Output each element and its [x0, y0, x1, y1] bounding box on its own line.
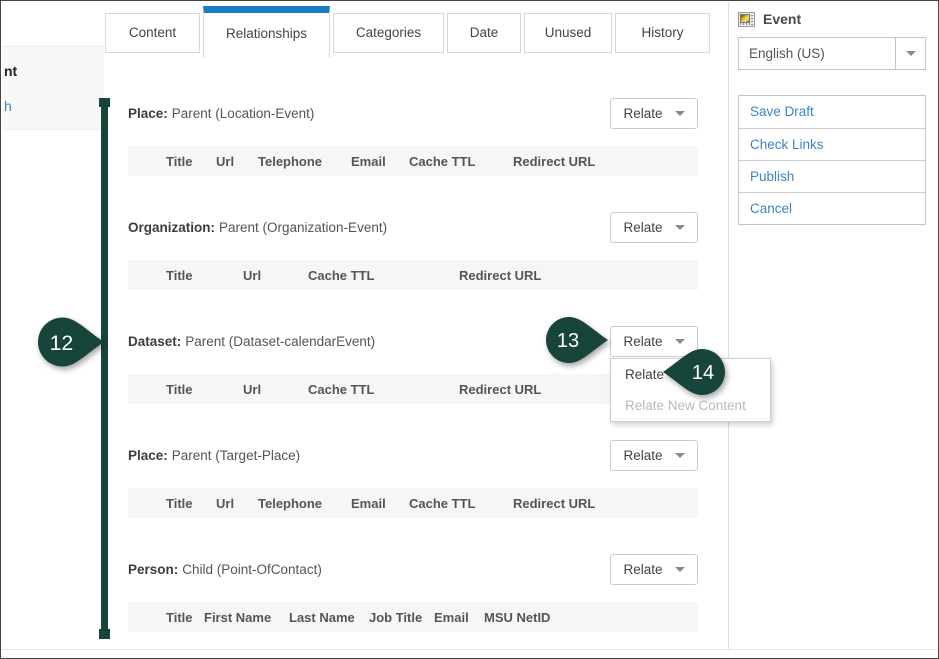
sidebar-divider	[728, 2, 729, 649]
column-header: Cache TTL	[308, 382, 459, 397]
tab-date[interactable]: Date	[447, 13, 521, 53]
column-header: Url	[216, 496, 258, 511]
annotation-line-top-cap	[99, 98, 110, 107]
tab-unused[interactable]: Unused	[524, 13, 612, 53]
chevron-down-icon	[906, 51, 916, 56]
section-title: Place:Parent (Target-Place)	[128, 448, 300, 463]
column-header: First Name	[204, 610, 289, 625]
column-header: Title	[166, 610, 204, 625]
column-header: Last Name	[289, 610, 369, 625]
relate-button[interactable]: Relate	[610, 554, 698, 585]
table-header-row: Title Url Telephone Email Cache TTL Redi…	[128, 488, 698, 518]
check-links-action[interactable]: Check Links	[739, 128, 925, 160]
table-header-row: Title Url Telephone Email Cache TTL Redi…	[128, 146, 698, 176]
column-header: Email	[351, 154, 409, 169]
column-header: Redirect URL	[513, 496, 595, 511]
content-type-title: Event	[763, 11, 801, 27]
relationship-section-location-event: Place:Parent (Location-Event) Relate Tit…	[128, 98, 698, 176]
relate-button[interactable]: Relate	[610, 440, 698, 471]
tab-relationships[interactable]: Relationships	[203, 6, 330, 58]
relate-button[interactable]: Relate	[610, 98, 698, 129]
table-header-row: Title First Name Last Name Job Title Ema…	[128, 602, 698, 632]
language-value: English (US)	[739, 38, 895, 69]
column-header: Title	[166, 382, 243, 397]
relate-button[interactable]: Relate	[610, 212, 698, 243]
column-header: Email	[351, 496, 409, 511]
publish-action[interactable]: Publish	[739, 160, 925, 192]
section-title: Person:Child (Point-OfContact)	[128, 562, 322, 577]
section-title: Dataset:Parent (Dataset-calendarEvent)	[128, 334, 375, 349]
column-header: Telephone	[258, 496, 351, 511]
column-header: MSU NetID	[484, 610, 550, 625]
callout-13: 13	[546, 317, 608, 363]
save-draft-action[interactable]: Save Draft	[739, 96, 925, 128]
column-header: Redirect URL	[459, 382, 541, 397]
cancel-action[interactable]: Cancel	[739, 192, 925, 224]
column-header: Cache TTL	[308, 268, 459, 283]
chevron-down-icon	[675, 111, 685, 116]
cutoff-link[interactable]: h	[4, 98, 12, 114]
column-header: Job Title	[369, 610, 434, 625]
left-cutoff-card: nt h	[2, 46, 104, 130]
chevron-down-icon	[675, 567, 685, 572]
column-header: Cache TTL	[409, 496, 513, 511]
column-header: Url	[243, 382, 308, 397]
cutoff-text: nt	[4, 63, 17, 79]
tab-categories[interactable]: Categories	[333, 13, 444, 53]
tab-content[interactable]: Content	[105, 13, 200, 53]
content-bottom-border	[2, 649, 939, 650]
right-sidebar: Event English (US) Save Draft Check Link…	[738, 9, 926, 225]
tab-history[interactable]: History	[615, 13, 710, 53]
chevron-down-icon	[675, 225, 685, 230]
column-header: Cache TTL	[409, 154, 513, 169]
screenshot-frame: nt h Content Relationships Categories Da…	[0, 0, 939, 659]
chevron-down-icon	[675, 339, 685, 344]
column-header: Url	[216, 154, 258, 169]
column-header: Redirect URL	[459, 268, 541, 283]
relationship-section-organization-event: Organization:Parent (Organization-Event)…	[128, 212, 698, 290]
callout-number: 13	[557, 330, 579, 352]
relationships-panel: Place:Parent (Location-Event) Relate Tit…	[128, 98, 698, 659]
table-header-row: Title Url Cache TTL Redirect URL	[128, 260, 698, 290]
callout-number: 14	[692, 362, 714, 384]
column-header: Telephone	[258, 154, 351, 169]
column-header: Title	[166, 268, 243, 283]
column-header: Email	[434, 610, 484, 625]
column-header: Redirect URL	[513, 154, 595, 169]
callout-12: 12	[38, 317, 104, 367]
column-header: Url	[243, 268, 308, 283]
workflow-actions: Save Draft Check Links Publish Cancel	[738, 95, 926, 225]
callout-14: 14	[663, 349, 725, 395]
annotation-line-bottom-cap	[99, 629, 110, 639]
column-header: Title	[166, 496, 216, 511]
relationship-section-point-ofcontact: Person:Child (Point-OfContact) Relate Ti…	[128, 554, 698, 632]
relationship-section-target-place: Place:Parent (Target-Place) Relate Title…	[128, 440, 698, 518]
annotation-vertical-line	[101, 98, 108, 639]
relationship-section-dataset-calendarevent: Dataset:Parent (Dataset-calendarEvent) R…	[128, 326, 698, 404]
chevron-down-icon	[675, 453, 685, 458]
tab-bar: Content Relationships Categories Date Un…	[105, 6, 713, 58]
language-select[interactable]: English (US)	[738, 37, 926, 70]
language-dropdown-button[interactable]	[895, 38, 925, 69]
content-type-event-icon	[738, 12, 755, 27]
column-header: Title	[166, 154, 216, 169]
section-title: Organization:Parent (Organization-Event)	[128, 220, 387, 235]
section-title: Place:Parent (Location-Event)	[128, 106, 314, 121]
callout-number: 12	[50, 331, 74, 355]
